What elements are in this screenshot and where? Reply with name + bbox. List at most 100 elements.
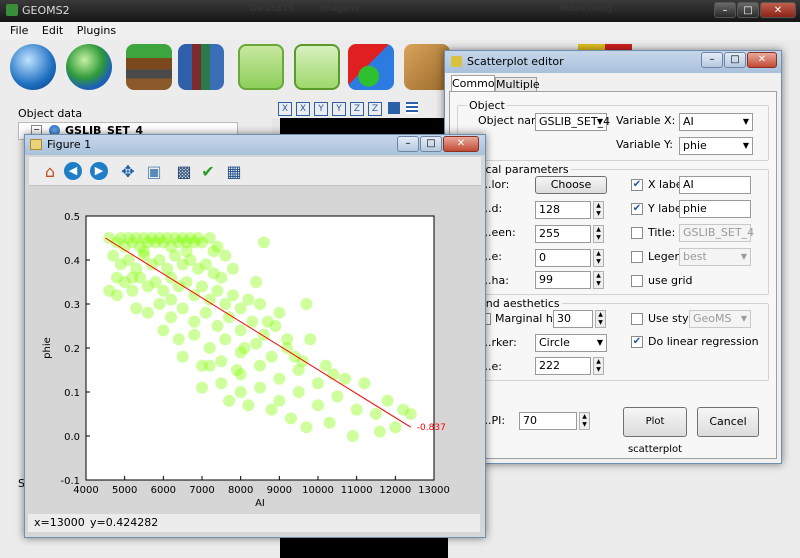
variable-y-select[interactable]: phie ▼ [679,137,753,155]
object-group-title: Object [467,99,507,112]
data-point [226,262,239,275]
red-spinbox[interactable]: 128 ▲ ▼ [535,201,604,219]
xlabel-input[interactable]: AI [679,176,751,194]
document-icon[interactable] [294,44,340,90]
marker-select[interactable]: Circle ▼ [535,334,607,352]
legend-select[interactable]: best ▼ [679,248,751,266]
chevron-down-icon: ▼ [742,117,749,126]
forward-icon[interactable]: ▶ [90,162,108,180]
scatter-chart[interactable]: -0.8374000 5000 6000 7000 8000 9000 10000 11000… [28,186,480,512]
data-point [203,342,216,354]
grid-icon[interactable] [406,102,418,114]
data-point [110,271,123,284]
save-icon[interactable]: ▦ [224,162,244,182]
figure-close-button[interactable]: ✕ [443,136,479,152]
z-button[interactable]: Z [350,102,364,116]
subplots-icon[interactable]: ▩ [174,162,194,182]
data-point [265,403,278,416]
pan-icon[interactable]: ✥ [118,162,138,182]
style-value: GeoMS [693,312,732,325]
editor-close-button[interactable]: ✕ [747,52,777,68]
menubar: File Edit Plugins [0,22,800,40]
variable-y-label: Variable Y: [616,138,673,151]
grid-checkbox[interactable] [631,275,643,287]
main-titlebar: GEOMS2 DataSETS Imagens Rotas Geog... – … [0,0,800,22]
legend-checkbox[interactable] [631,251,643,263]
ylabel-checkbox[interactable]: ✔ [631,203,643,215]
figure-maximize-button[interactable]: □ [420,136,442,152]
zoom-icon[interactable]: ▣ [144,162,164,182]
marginal-spinbox[interactable]: 30 ▲ ▼ [553,310,606,328]
dpi-spinbox[interactable]: 70 ▲ ▼ [519,412,590,430]
y-tick-label: 0.5 [64,212,80,223]
data-point [250,276,263,288]
cancel-button[interactable]: Cancel [697,407,759,437]
choose-color-button[interactable]: Choose [535,176,607,194]
menu-file[interactable]: File [10,24,28,37]
cabinet-icon[interactable] [238,44,284,90]
books-icon[interactable] [178,44,224,90]
data-point [265,350,278,363]
tab-common[interactable]: Common [451,75,502,92]
y-button[interactable]: Y [314,102,328,116]
variable-x-select[interactable]: AI ▼ [679,113,753,131]
x-button-2[interactable]: X [296,102,310,116]
terrain-icon[interactable] [126,44,172,90]
style-checkbox[interactable] [631,313,643,325]
regression-checkbox[interactable]: ✔ [631,336,643,348]
spin-arrows-icon[interactable]: ▲ ▼ [593,225,604,243]
globe-icon[interactable] [66,44,112,90]
tab-multiple[interactable]: Multiple [495,77,540,92]
size-spinbox[interactable]: 222 ▲ ▼ [535,357,604,375]
x-button[interactable]: X [278,102,292,116]
alpha-spinbox[interactable]: 99 ▲ ▼ [535,271,604,289]
data-point [219,333,232,346]
ylabel-input[interactable]: phie [679,200,751,218]
data-point [215,355,228,368]
title-check-label: Title: [648,226,676,239]
home-icon[interactable]: ⌂ [40,162,60,182]
data-point [323,416,336,429]
back-icon[interactable]: ◀ [64,162,82,180]
editor-minimize-button[interactable]: – [701,52,723,68]
x-tick-label: 10000 [302,485,334,496]
close-button[interactable]: ✕ [760,2,796,18]
cube-icon[interactable] [388,102,400,114]
figure-minimize-button[interactable]: – [397,136,419,152]
shapes-icon[interactable] [348,44,394,90]
x-tick-label: 7000 [189,485,214,496]
x-tick-label: 8000 [228,485,253,496]
blue-spinbox[interactable]: 0 ▲ ▼ [535,249,604,267]
title-input[interactable]: GSLIB_SET_4 [679,224,754,242]
object-name-select[interactable]: GSLIB_SET_4 ▼ [535,113,610,131]
menu-edit[interactable]: Edit [42,24,63,37]
spin-arrows-icon[interactable]: ▲ ▼ [595,310,606,328]
style-select[interactable]: GeoMS ▼ [689,310,751,328]
spin-arrows-icon[interactable]: ▲ ▼ [593,357,604,375]
data-point [180,245,193,258]
green-spinbox[interactable]: 255 ▲ ▼ [535,225,604,243]
legend-value: best [683,250,707,263]
marker-value: Circle [539,336,570,349]
title-checkbox[interactable] [631,227,643,239]
menu-plugins[interactable]: Plugins [77,24,116,37]
xlabel-checkbox[interactable]: ✔ [631,179,643,191]
editor-maximize-button[interactable]: □ [724,52,746,68]
spin-arrows-icon[interactable]: ▲ ▼ [593,271,604,289]
z-button-2[interactable]: Z [368,102,382,116]
spin-arrows-icon[interactable]: ▲ ▼ [593,201,604,219]
spin-arrows-icon[interactable]: ▲ ▼ [593,249,604,267]
minimize-button[interactable]: – [714,2,736,18]
check-icon[interactable]: ✔ [198,162,218,182]
maximize-button[interactable]: □ [737,2,759,18]
y-tick-label: 0.0 [64,432,80,443]
data-point [188,328,201,341]
x-tick-label: 12000 [379,485,411,496]
data-point [257,236,270,249]
data-point [141,306,154,319]
globe-people-icon[interactable] [10,44,56,90]
plot-scatterplot-button[interactable]: Plot scatterplot [623,407,687,455]
data-point [176,302,189,315]
spin-arrows-icon[interactable]: ▲ ▼ [579,412,590,430]
y-button-2[interactable]: Y [332,102,346,116]
